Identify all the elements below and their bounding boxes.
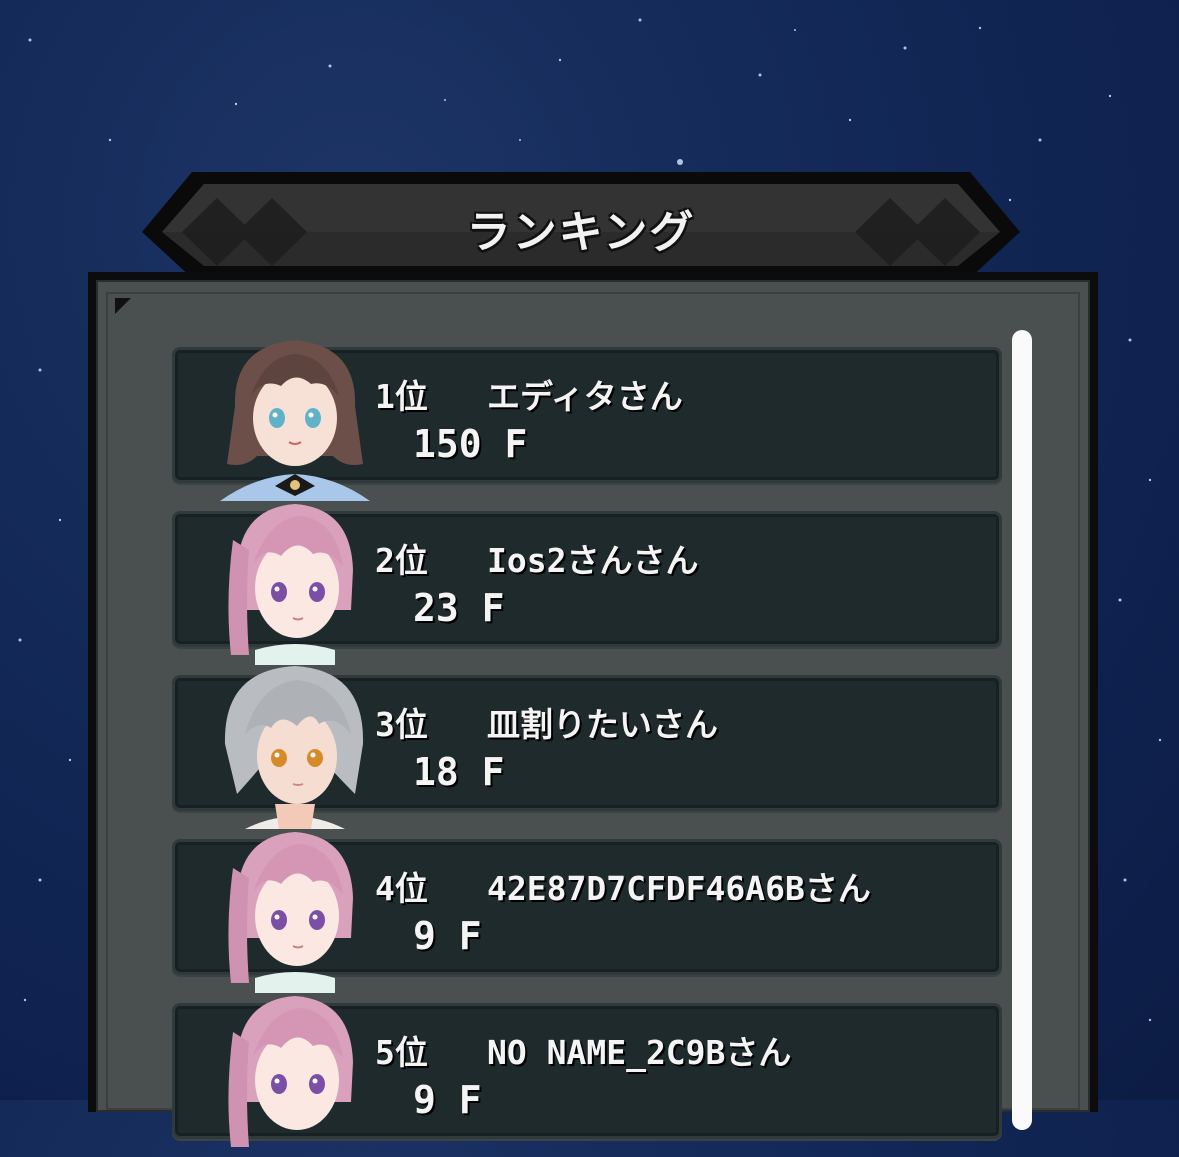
brown-hair-girl-avatar [220,340,370,501]
player-name: 皿割りたいさん [487,705,718,744]
player-name: Ios2さんさん [487,541,699,580]
player-score: 9 F [413,914,482,958]
rank-label: 4位 [375,869,428,908]
ranking-row-1[interactable]: 1位 エディタさん 150 F [172,340,1002,501]
player-score: 18 F [413,750,505,794]
ranking-row-2[interactable]: 2位 Ios2さんさん 23 F [172,504,1002,665]
pink-hair-girl-avatar [228,832,353,993]
player-score: 150 F [413,422,528,466]
rank-label: 3位 [375,705,428,744]
silver-hair-boy-avatar [224,666,364,829]
rank-label: 2位 [375,541,428,580]
pink-hair-girl-avatar [228,504,353,665]
ranking-row-4[interactable]: 4位 42E87D7CFDF46A6Bさん 9 F [172,832,1002,993]
player-score: 9 F [413,1078,482,1122]
player-name: NO NAME_2C9Bさん [487,1033,792,1072]
ranking-row-3[interactable]: 3位 皿割りたいさん 18 F [172,666,1002,829]
pink-hair-girl-avatar [228,996,353,1147]
ranking-list: 1位 エディタさん 150 F 2位 Ios2さんさん 23 F 3位 皿割りた… [0,0,1179,1147]
rank-label: 5位 [375,1033,428,1072]
player-name: エディタさん [487,377,683,416]
rank-label: 1位 [375,377,428,416]
player-name: 42E87D7CFDF46A6Bさん [487,869,871,908]
ranking-row-5[interactable]: 5位 NO NAME_2C9Bさん 9 F [172,996,1002,1147]
player-score: 23 F [413,586,505,630]
